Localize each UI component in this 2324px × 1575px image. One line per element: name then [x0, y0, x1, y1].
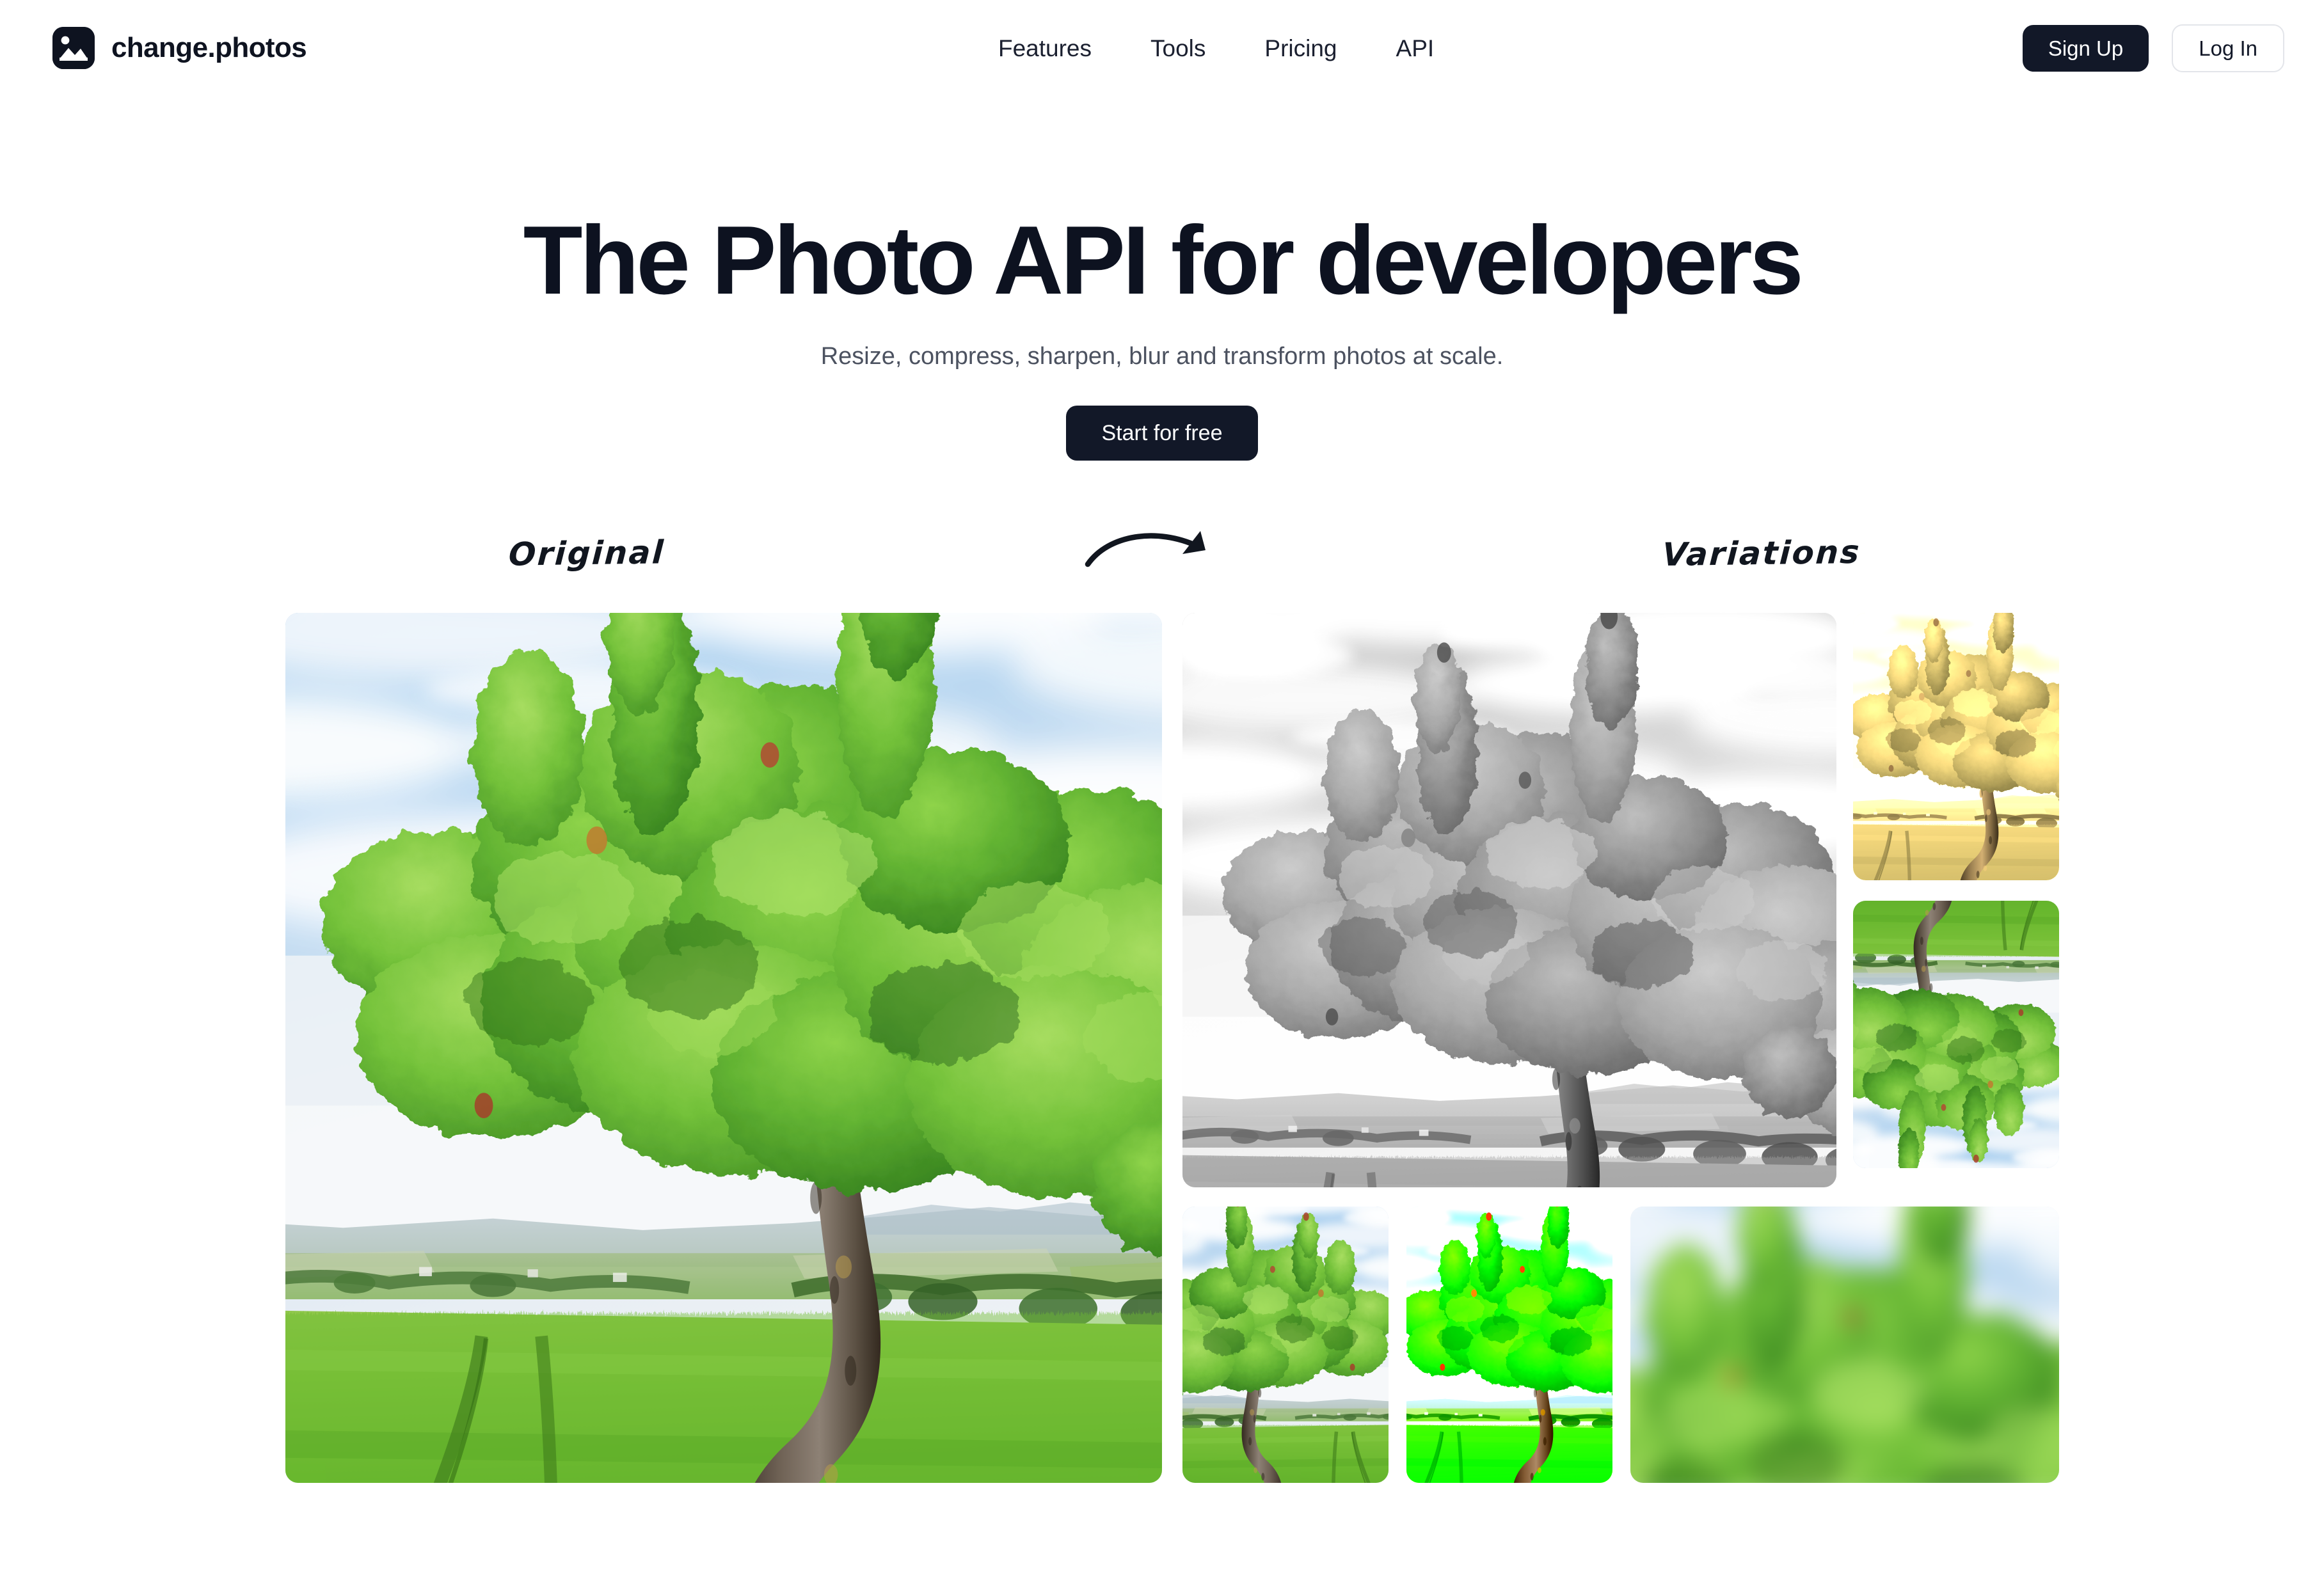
brand-name: change.photos [111, 32, 307, 63]
photo-grayscale[interactable] [1182, 613, 1836, 1187]
auth-buttons: Sign Up Log In [2022, 24, 2284, 72]
hero-subtitle: Resize, compress, sharpen, blur and tran… [820, 343, 1504, 370]
photo-flipped[interactable] [1853, 901, 2059, 1168]
log-in-button[interactable]: Log In [2172, 24, 2284, 72]
nav-link-pricing[interactable]: Pricing [1264, 36, 1337, 60]
brand-logo[interactable]: change.photos [52, 27, 307, 69]
image-photo-icon [52, 27, 95, 69]
original-label: Original [507, 534, 666, 573]
nav-link-api[interactable]: API [1396, 36, 1435, 60]
photo-sepia[interactable] [1853, 613, 2059, 880]
photo-vivid[interactable] [1406, 1207, 1612, 1483]
main-navigation: Features Tools Pricing API [998, 36, 1434, 60]
photo-mirror[interactable] [1182, 1207, 1389, 1483]
photo-original[interactable] [285, 613, 1162, 1483]
variations-label: Variations [1661, 533, 1862, 574]
nav-link-features[interactable]: Features [998, 36, 1092, 60]
site-header: change.photos Features Tools Pricing API… [0, 0, 2324, 96]
start-for-free-button[interactable]: Start for free [1065, 406, 1259, 461]
photo-blurred[interactable] [1630, 1207, 2059, 1483]
photo-showcase-grid [285, 613, 2059, 1483]
curved-arrow-right-icon [1085, 531, 1206, 567]
sign-up-button[interactable]: Sign Up [2022, 24, 2149, 72]
nav-link-tools[interactable]: Tools [1150, 36, 1206, 60]
hero-section: The Photo API for developers Resize, com… [0, 206, 2324, 461]
page-title: The Photo API for developers [523, 206, 1804, 315]
